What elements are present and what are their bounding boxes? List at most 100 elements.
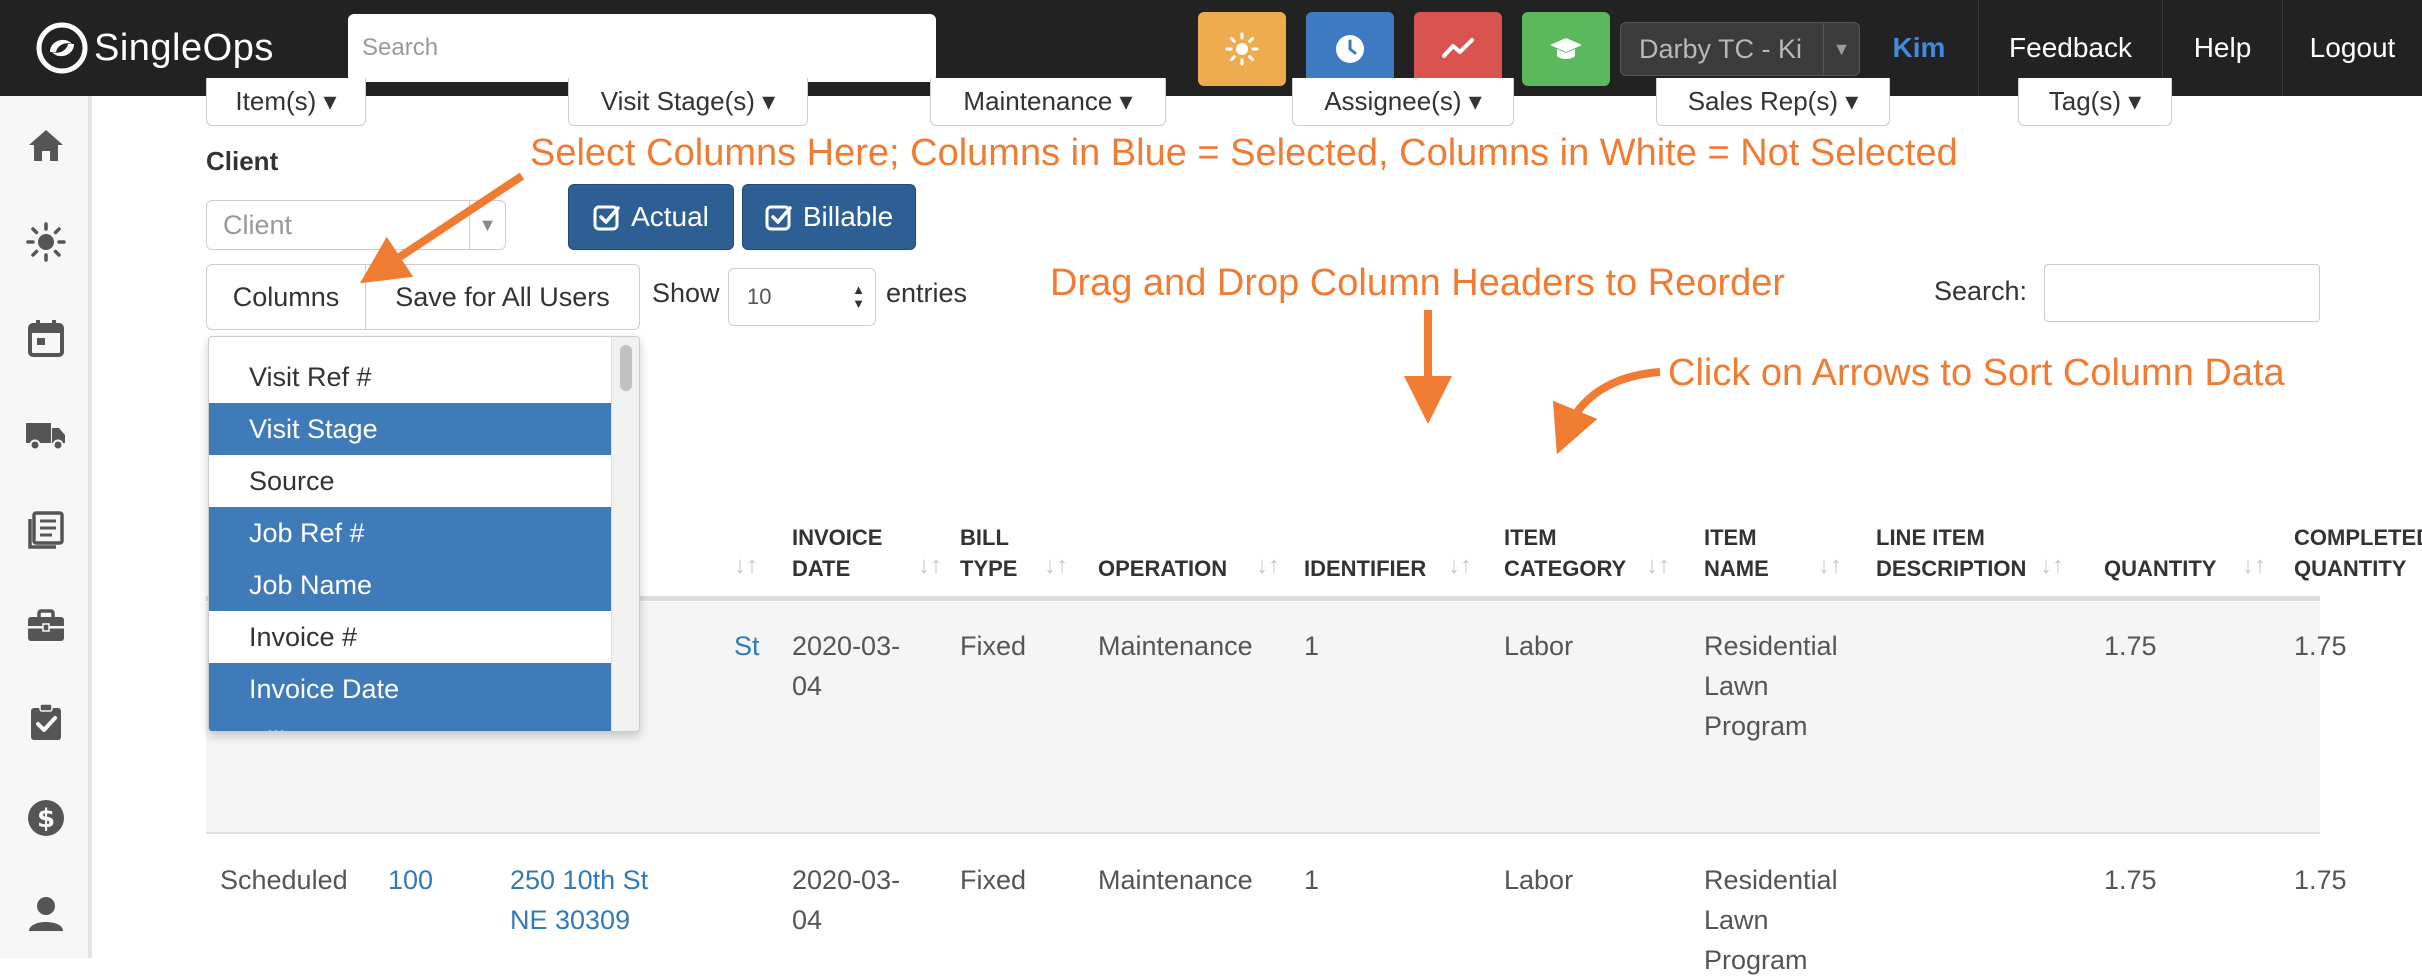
cell-item-name: Residential Lawn Program — [1704, 860, 1838, 980]
cell-operation: Maintenance — [1098, 631, 1253, 661]
nav-help-link[interactable]: Help — [2162, 0, 2282, 96]
header-line: INVOICE — [792, 525, 883, 550]
cell-line: 250 10th St — [510, 865, 649, 895]
cell-completed-quantity: 1.75 — [2294, 865, 2347, 895]
column-option[interactable]: Visit Ref # — [209, 351, 611, 403]
nav-logout-link[interactable]: Logout — [2282, 0, 2422, 96]
cell-job-name[interactable]: 250 10th St NE 30309 — [510, 860, 648, 940]
save-for-all-users-button[interactable]: Save for All Users — [366, 264, 640, 330]
weather-button[interactable] — [1198, 12, 1286, 86]
entries-per-page-select[interactable]: 10 ▲ ▼ — [728, 268, 876, 326]
column-header-quantity[interactable]: QUANTITY — [2104, 553, 2216, 584]
header-line: NAME — [1704, 556, 1769, 581]
header-line: DESCRIPTION — [1876, 556, 2027, 581]
caret-down-icon: ▼ — [469, 201, 505, 249]
column-header-completed-quantity[interactable]: COMPLETED QUANTITY — [2294, 522, 2422, 584]
column-option[interactable]: Visit Stage — [209, 403, 611, 455]
caret-down-icon: ▼ — [1823, 23, 1859, 75]
cell-job-name[interactable]: St — [734, 626, 760, 666]
column-option[interactable]: Bill Type — [209, 715, 611, 731]
sort-arrows-icon[interactable]: ↓↑ — [2242, 552, 2266, 580]
column-option[interactable]: Invoice # — [209, 611, 611, 663]
filter-assignees-button[interactable]: Assignee(s) ▾ — [1292, 78, 1514, 126]
sort-arrows-icon[interactable]: ↓↑ — [734, 552, 758, 580]
column-header-bill-type[interactable]: BILL TYPE — [960, 522, 1017, 584]
cell-item-category: Labor — [1504, 865, 1574, 895]
dollar-icon[interactable]: $ — [22, 794, 70, 842]
column-header-item-category[interactable]: ITEM CATEGORY — [1504, 522, 1626, 584]
sort-arrows-icon[interactable]: ↓↑ — [918, 552, 942, 580]
home-icon[interactable] — [22, 122, 70, 170]
cell-job-ref[interactable]: 100 — [388, 860, 433, 900]
column-header-invoice-date[interactable]: INVOICE DATE — [792, 522, 882, 584]
cell-item-category: Labor — [1504, 631, 1574, 661]
sort-arrows-icon[interactable]: ↓↑ — [1044, 552, 1068, 580]
cell-quantity: 1.75 — [2104, 865, 2157, 895]
truck-icon[interactable] — [22, 410, 70, 458]
cell-line: Lawn — [1704, 671, 1769, 701]
column-option[interactable]: Job Ref # — [209, 507, 611, 559]
sort-arrows-icon[interactable]: ↓↑ — [2040, 552, 2064, 580]
column-header-line-item-description[interactable]: LINE ITEM DESCRIPTION — [1876, 522, 2026, 584]
filter-visit-stages-label: Visit Stage(s) — [600, 86, 755, 116]
checklist-icon[interactable] — [22, 698, 70, 746]
logo[interactable]: SingleOps — [36, 22, 274, 74]
sun-icon — [1225, 32, 1259, 66]
book-icon[interactable] — [22, 506, 70, 554]
cell-item-name: Residential Lawn Program — [1704, 626, 1838, 746]
sort-arrows-icon[interactable]: ↓↑ — [1646, 552, 1670, 580]
filter-tags-button[interactable]: Tag(s) ▾ — [2018, 78, 2172, 126]
briefcase-icon[interactable] — [22, 602, 70, 650]
filter-visit-stages-button[interactable]: Visit Stage(s) ▾ — [568, 78, 808, 126]
filter-items-label: Item(s) — [235, 86, 317, 116]
cell-quantity: 1.75 — [2104, 631, 2157, 661]
sort-arrows-icon[interactable]: ↓↑ — [1256, 552, 1280, 580]
column-option[interactable]: Invoice Date — [209, 663, 611, 715]
calendar-icon[interactable] — [22, 314, 70, 362]
cell-line: 04 — [792, 671, 823, 701]
time-clock-button[interactable] — [1306, 12, 1394, 86]
global-search-input[interactable] — [348, 14, 936, 82]
sort-arrows-icon[interactable]: ↓↑ — [1448, 552, 1472, 580]
column-header-item-name[interactable]: ITEM NAME — [1704, 522, 1769, 584]
cell-line: Program — [1704, 711, 1808, 741]
check-square-icon — [593, 205, 620, 231]
actual-toggle-button[interactable]: Actual — [568, 184, 734, 250]
column-option[interactable]: Job Name — [209, 559, 611, 611]
scrollbar-thumb[interactable] — [620, 345, 632, 391]
user-icon[interactable] — [22, 890, 70, 938]
columns-dropdown-menu: Visit Ref # Visit Stage Source Job Ref #… — [208, 336, 640, 732]
cell-line: Lawn — [1704, 905, 1769, 935]
svg-text:$: $ — [37, 804, 55, 834]
reports-button[interactable] — [1414, 12, 1502, 86]
training-button[interactable] — [1522, 12, 1610, 86]
header-line: LINE ITEM — [1876, 525, 1985, 550]
graduation-cap-icon — [1550, 38, 1582, 59]
filter-maintenance-button[interactable]: Maintenance ▾ — [930, 78, 1166, 126]
filter-items-button[interactable]: Item(s) ▾ — [206, 78, 366, 126]
account-select[interactable]: Darby TC - Ki ▼ — [1620, 22, 1860, 76]
filter-sales-reps-button[interactable]: Sales Rep(s) ▾ — [1656, 78, 1890, 126]
annotation-drag-drop: Drag and Drop Column Headers to Reorder — [1050, 262, 1786, 304]
filter-sales-reps-label: Sales Rep(s) — [1687, 86, 1838, 116]
table-search-input[interactable] — [2044, 264, 2320, 322]
sort-arrows-icon[interactable]: ↓↑ — [1818, 552, 1842, 580]
cell-operation: Maintenance — [1098, 865, 1253, 895]
billable-toggle-label: Billable — [802, 201, 894, 232]
table-row[interactable]: Scheduled 100 250 10th St NE 30309 2020-… — [206, 836, 2347, 975]
cell-line: 04 — [792, 905, 823, 935]
cell-line: Residential — [1704, 865, 1838, 895]
billable-toggle-button[interactable]: Billable — [742, 184, 916, 250]
column-header-identifier[interactable]: IDENTIFIER — [1304, 553, 1426, 584]
show-label: Show — [652, 278, 720, 308]
columns-button[interactable]: Columns — [206, 264, 366, 330]
cell-line: Program — [1704, 945, 1808, 975]
dropdown-scrollbar[interactable] — [611, 337, 639, 731]
client-select[interactable]: Client ▼ — [206, 200, 506, 250]
sun-icon[interactable] — [22, 218, 70, 266]
header-line: BILL — [960, 525, 1009, 550]
column-header-operation[interactable]: OPERATION — [1098, 553, 1227, 584]
column-option[interactable]: Source — [209, 455, 611, 507]
cell-line: Residential — [1704, 631, 1838, 661]
cell-visit-stage: Scheduled — [220, 865, 348, 895]
